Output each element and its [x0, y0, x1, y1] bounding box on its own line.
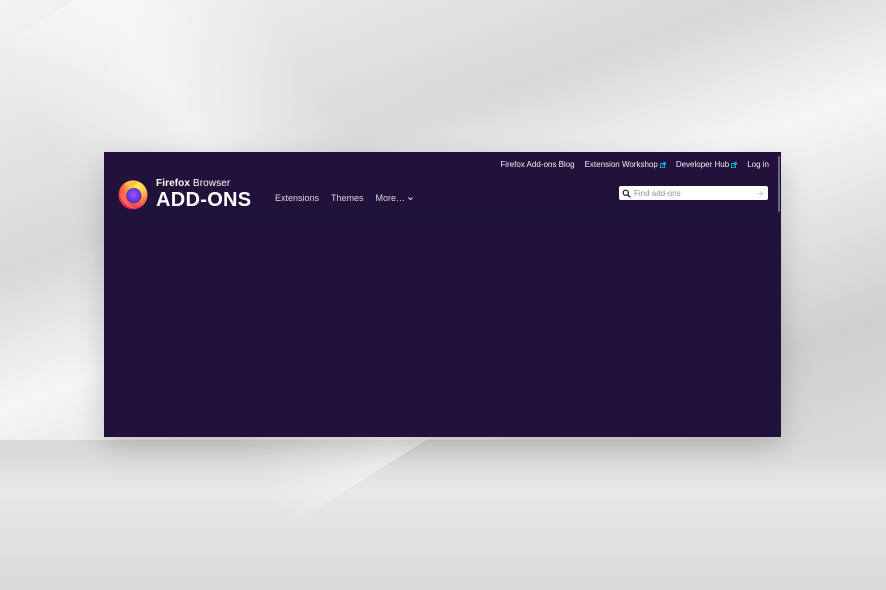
external-link-icon: [659, 161, 666, 168]
nav-extensions[interactable]: Extensions: [275, 193, 319, 203]
blog-link[interactable]: Firefox Add-ons Blog: [500, 160, 574, 169]
chevron-down-icon: [408, 196, 414, 200]
search-icon: [622, 189, 631, 198]
search-box: [619, 186, 768, 200]
site-header: Firefox Add-ons Blog Extension Workshop …: [104, 152, 781, 226]
logo-title: ADD-ONS: [156, 188, 252, 211]
nav-themes[interactable]: Themes: [331, 193, 364, 203]
arrow-right-icon[interactable]: [757, 190, 764, 197]
extension-workshop-link[interactable]: Extension Workshop: [585, 160, 666, 169]
backdrop-floor: [0, 440, 886, 590]
developer-hub-link[interactable]: Developer Hub: [676, 160, 737, 169]
firefox-logo-icon: [118, 180, 148, 210]
scrollbar[interactable]: [778, 156, 780, 212]
logo-brand-line: Firefox Browser: [156, 177, 231, 189]
external-link-icon: [731, 161, 737, 168]
nav-more[interactable]: More…: [376, 193, 415, 203]
logo-text: Firefox Browser ADD-ONS: [156, 178, 251, 211]
browser-window: Firefox Add-ons Blog Extension Workshop …: [104, 152, 781, 437]
top-links: Firefox Add-ons Blog Extension Workshop …: [500, 160, 769, 169]
search-input[interactable]: [631, 188, 756, 198]
main-nav: Extensions Themes More…: [275, 193, 414, 203]
login-link[interactable]: Log in: [747, 160, 769, 169]
addons-logo[interactable]: Firefox Browser ADD-ONS: [116, 177, 251, 211]
